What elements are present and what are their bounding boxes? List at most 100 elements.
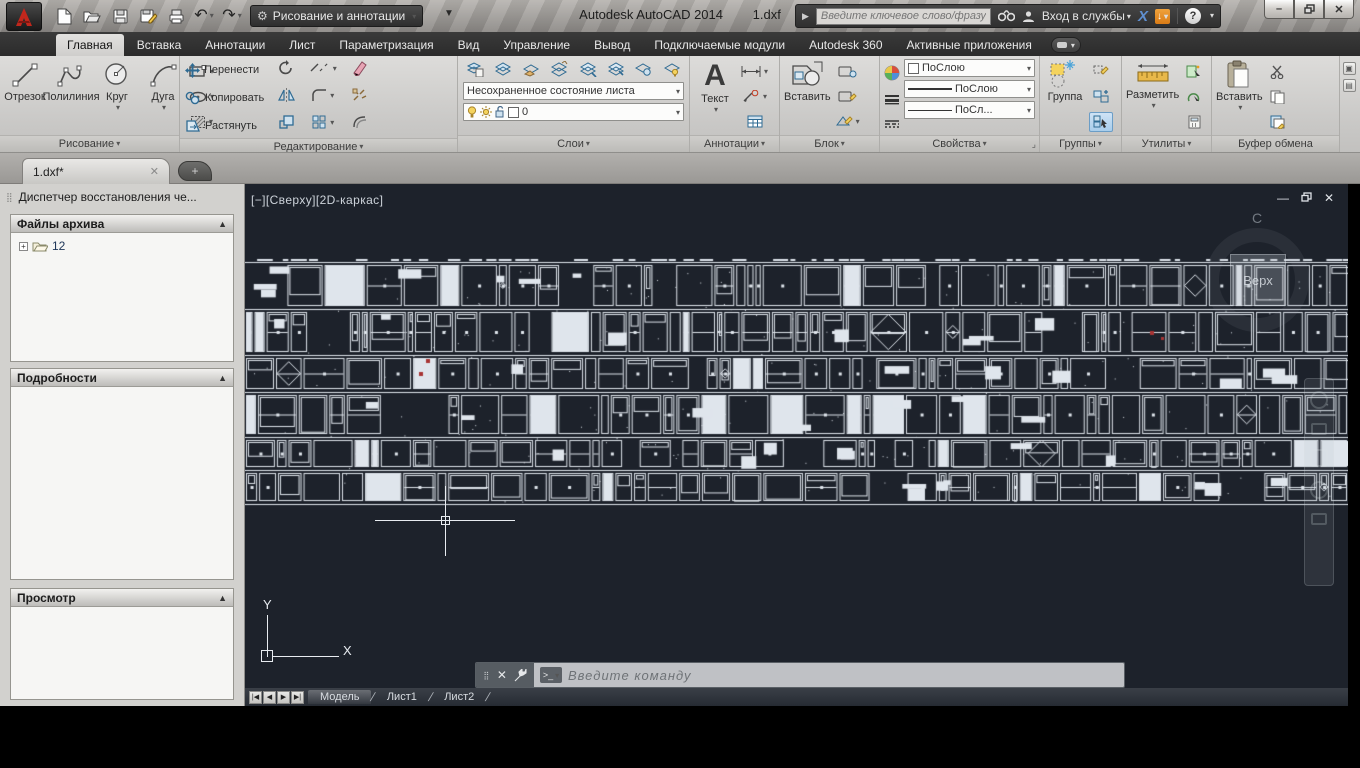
quick-calculator-button[interactable] <box>1182 112 1206 132</box>
edit-block-button[interactable] <box>834 87 862 107</box>
panel-label-block[interactable]: Блок <box>780 135 879 152</box>
ribbon-toggle-dropdown[interactable] <box>1069 40 1075 49</box>
layer-lock-button[interactable] <box>604 59 628 79</box>
viewport-controls-label[interactable]: [−][Сверху][2D-каркас] <box>251 193 383 207</box>
panel-label-clipboard[interactable]: Буфер обмена <box>1212 135 1339 152</box>
sign-in-button[interactable]: Вход в службы <box>1042 9 1131 23</box>
tab-layout[interactable]: Лист <box>278 34 326 56</box>
showmotion-icon[interactable] <box>1311 513 1327 525</box>
tree-expand-icon[interactable]: + <box>19 241 28 251</box>
viewcube[interactable]: С Верх <box>1200 210 1320 332</box>
layer-states-button[interactable] <box>491 59 515 79</box>
layer-on-button[interactable] <box>660 59 684 79</box>
restore-button[interactable] <box>1294 0 1324 19</box>
tab-plugins[interactable]: Подключаемые модули <box>643 34 796 56</box>
new-drawing-tab-button[interactable]: + <box>178 161 212 181</box>
tab-output[interactable]: Вывод <box>583 34 641 56</box>
workspace-switcher[interactable]: ⚙ Рисование и аннотации <box>250 5 424 27</box>
panel-label-layers[interactable]: Слои <box>458 135 689 152</box>
explode-button[interactable] <box>342 85 378 105</box>
last-layout-button[interactable]: ▶| <box>291 690 304 704</box>
application-menu-button[interactable] <box>6 2 42 31</box>
open-file-button[interactable] <box>80 4 104 28</box>
dimension-button[interactable] <box>739 62 770 82</box>
command-input[interactable]: >_ Введите команду <box>534 663 1124 687</box>
erase-button[interactable] <box>342 58 378 78</box>
command-customize-icon[interactable] <box>514 668 527 682</box>
line-button[interactable]: Отрезок <box>3 58 47 135</box>
layer-properties-button[interactable] <box>463 59 487 79</box>
doc-minimize-icon[interactable]: — <box>1277 192 1289 204</box>
palette-grip-icon[interactable]: ⣿ <box>6 192 14 203</box>
cut-button[interactable] <box>1266 62 1290 82</box>
paste-special-button[interactable] <box>1266 112 1290 132</box>
select-similar-button[interactable] <box>1182 87 1206 107</box>
layer-state-dropdown[interactable]: Несохраненное состояние листа <box>463 82 684 100</box>
group-button[interactable]: Группа <box>1043 58 1087 135</box>
redo-button[interactable]: ↷ <box>220 4 244 28</box>
toggle-snap-mode[interactable]: ∷ <box>0 744 1360 764</box>
undo-button[interactable]: ↶ <box>192 4 216 28</box>
tab-view[interactable]: Вид <box>447 34 491 56</box>
first-layout-button[interactable]: |◀ <box>249 690 262 704</box>
toggle-grid-display[interactable]: ▦ <box>0 764 1360 768</box>
autodesk-exchange-icon[interactable]: X <box>1138 8 1148 25</box>
group-edit-button[interactable] <box>1089 87 1113 107</box>
command-grip-icon[interactable]: ⣿ <box>483 671 490 680</box>
tab-insert[interactable]: Вставка <box>126 34 193 56</box>
tab-layout2[interactable]: Лист2 <box>432 690 486 704</box>
layer-off-button[interactable] <box>519 59 543 79</box>
collapse-arrow-icon[interactable]: ▲ <box>218 593 227 603</box>
lineweight-dropdown[interactable]: ПоСлою <box>904 80 1035 98</box>
lineweight-icon[interactable] <box>884 94 900 106</box>
offset-button[interactable] <box>342 112 378 132</box>
ribbon-edge-button-1[interactable]: ▣ <box>1342 62 1356 75</box>
circle-button[interactable]: Круг <box>95 58 139 135</box>
collapse-arrow-icon[interactable]: ▲ <box>218 219 227 229</box>
panel-label-properties[interactable]: Свойства <box>880 135 1039 152</box>
command-prompt-icon[interactable]: >_ <box>540 667 562 683</box>
quick-access-overflow-button[interactable]: ▼ <box>444 8 454 19</box>
tab-annotate[interactable]: Аннотации <box>194 34 276 56</box>
copy-button[interactable]: Копировать <box>183 88 266 108</box>
search-binoculars-icon[interactable] <box>997 10 1015 22</box>
properties-dialog-launcher[interactable]: ⌟ <box>1032 139 1036 150</box>
new-file-button[interactable] <box>52 4 76 28</box>
infocenter-collapse-arrow[interactable]: ▶ <box>802 11 809 22</box>
scale-button[interactable] <box>268 112 304 132</box>
linetype-icon[interactable] <box>884 119 900 129</box>
ribbon-edge-button-2[interactable]: ▤ <box>1342 79 1356 92</box>
linetype-dropdown[interactable]: ПоСл... <box>904 101 1035 119</box>
file-tab[interactable]: 1.dxf* ✕ <box>22 158 170 184</box>
coordinates-display[interactable]: 16368.1327, -81.7372 , 0.0000 <box>0 706 1360 724</box>
file-tab-close-icon[interactable]: ✕ <box>150 165 159 178</box>
array-button[interactable] <box>305 112 341 132</box>
command-close-icon[interactable]: ✕ <box>497 668 507 682</box>
leader-button[interactable] <box>739 87 770 107</box>
help-dropdown[interactable] <box>1208 7 1214 25</box>
panel-label-utilities[interactable]: Утилиты <box>1122 135 1211 152</box>
palette-title[interactable]: ⣿ Диспетчер восстановления че... <box>6 189 238 205</box>
arc-button[interactable]: Дуга <box>141 58 185 135</box>
stretch-button[interactable]: Растянуть <box>183 116 266 136</box>
table-button[interactable] <box>739 112 770 132</box>
command-line[interactable]: ⣿ ✕ >_ Введите команду <box>475 662 1125 688</box>
archive-files-header[interactable]: Файлы архива ▲ <box>11 215 233 233</box>
layer-isolate-button[interactable] <box>547 59 571 79</box>
preview-header[interactable]: Просмотр ▲ <box>11 589 233 607</box>
panel-label-annotation[interactable]: Аннотации <box>690 135 779 152</box>
collapse-arrow-icon[interactable]: ▲ <box>218 373 227 383</box>
help-button[interactable]: ? <box>1184 8 1201 24</box>
tab-manage[interactable]: Управление <box>492 34 581 56</box>
tab-home[interactable]: Главная <box>56 34 124 56</box>
undo-dropdown[interactable] <box>208 7 214 25</box>
steering-wheel-icon[interactable] <box>1310 391 1328 409</box>
plot-button[interactable] <box>164 4 188 28</box>
layer-match-button[interactable] <box>632 59 656 79</box>
toggle-infer-constraints[interactable]: ⊞ <box>0 724 1360 744</box>
copy-clip-button[interactable] <box>1266 87 1290 107</box>
object-color-dropdown[interactable]: ПоСлою <box>904 59 1035 77</box>
panel-label-modify[interactable]: Редактирование <box>180 138 457 152</box>
panel-label-groups[interactable]: Группы <box>1040 135 1121 152</box>
minimize-button[interactable]: – <box>1264 0 1294 19</box>
